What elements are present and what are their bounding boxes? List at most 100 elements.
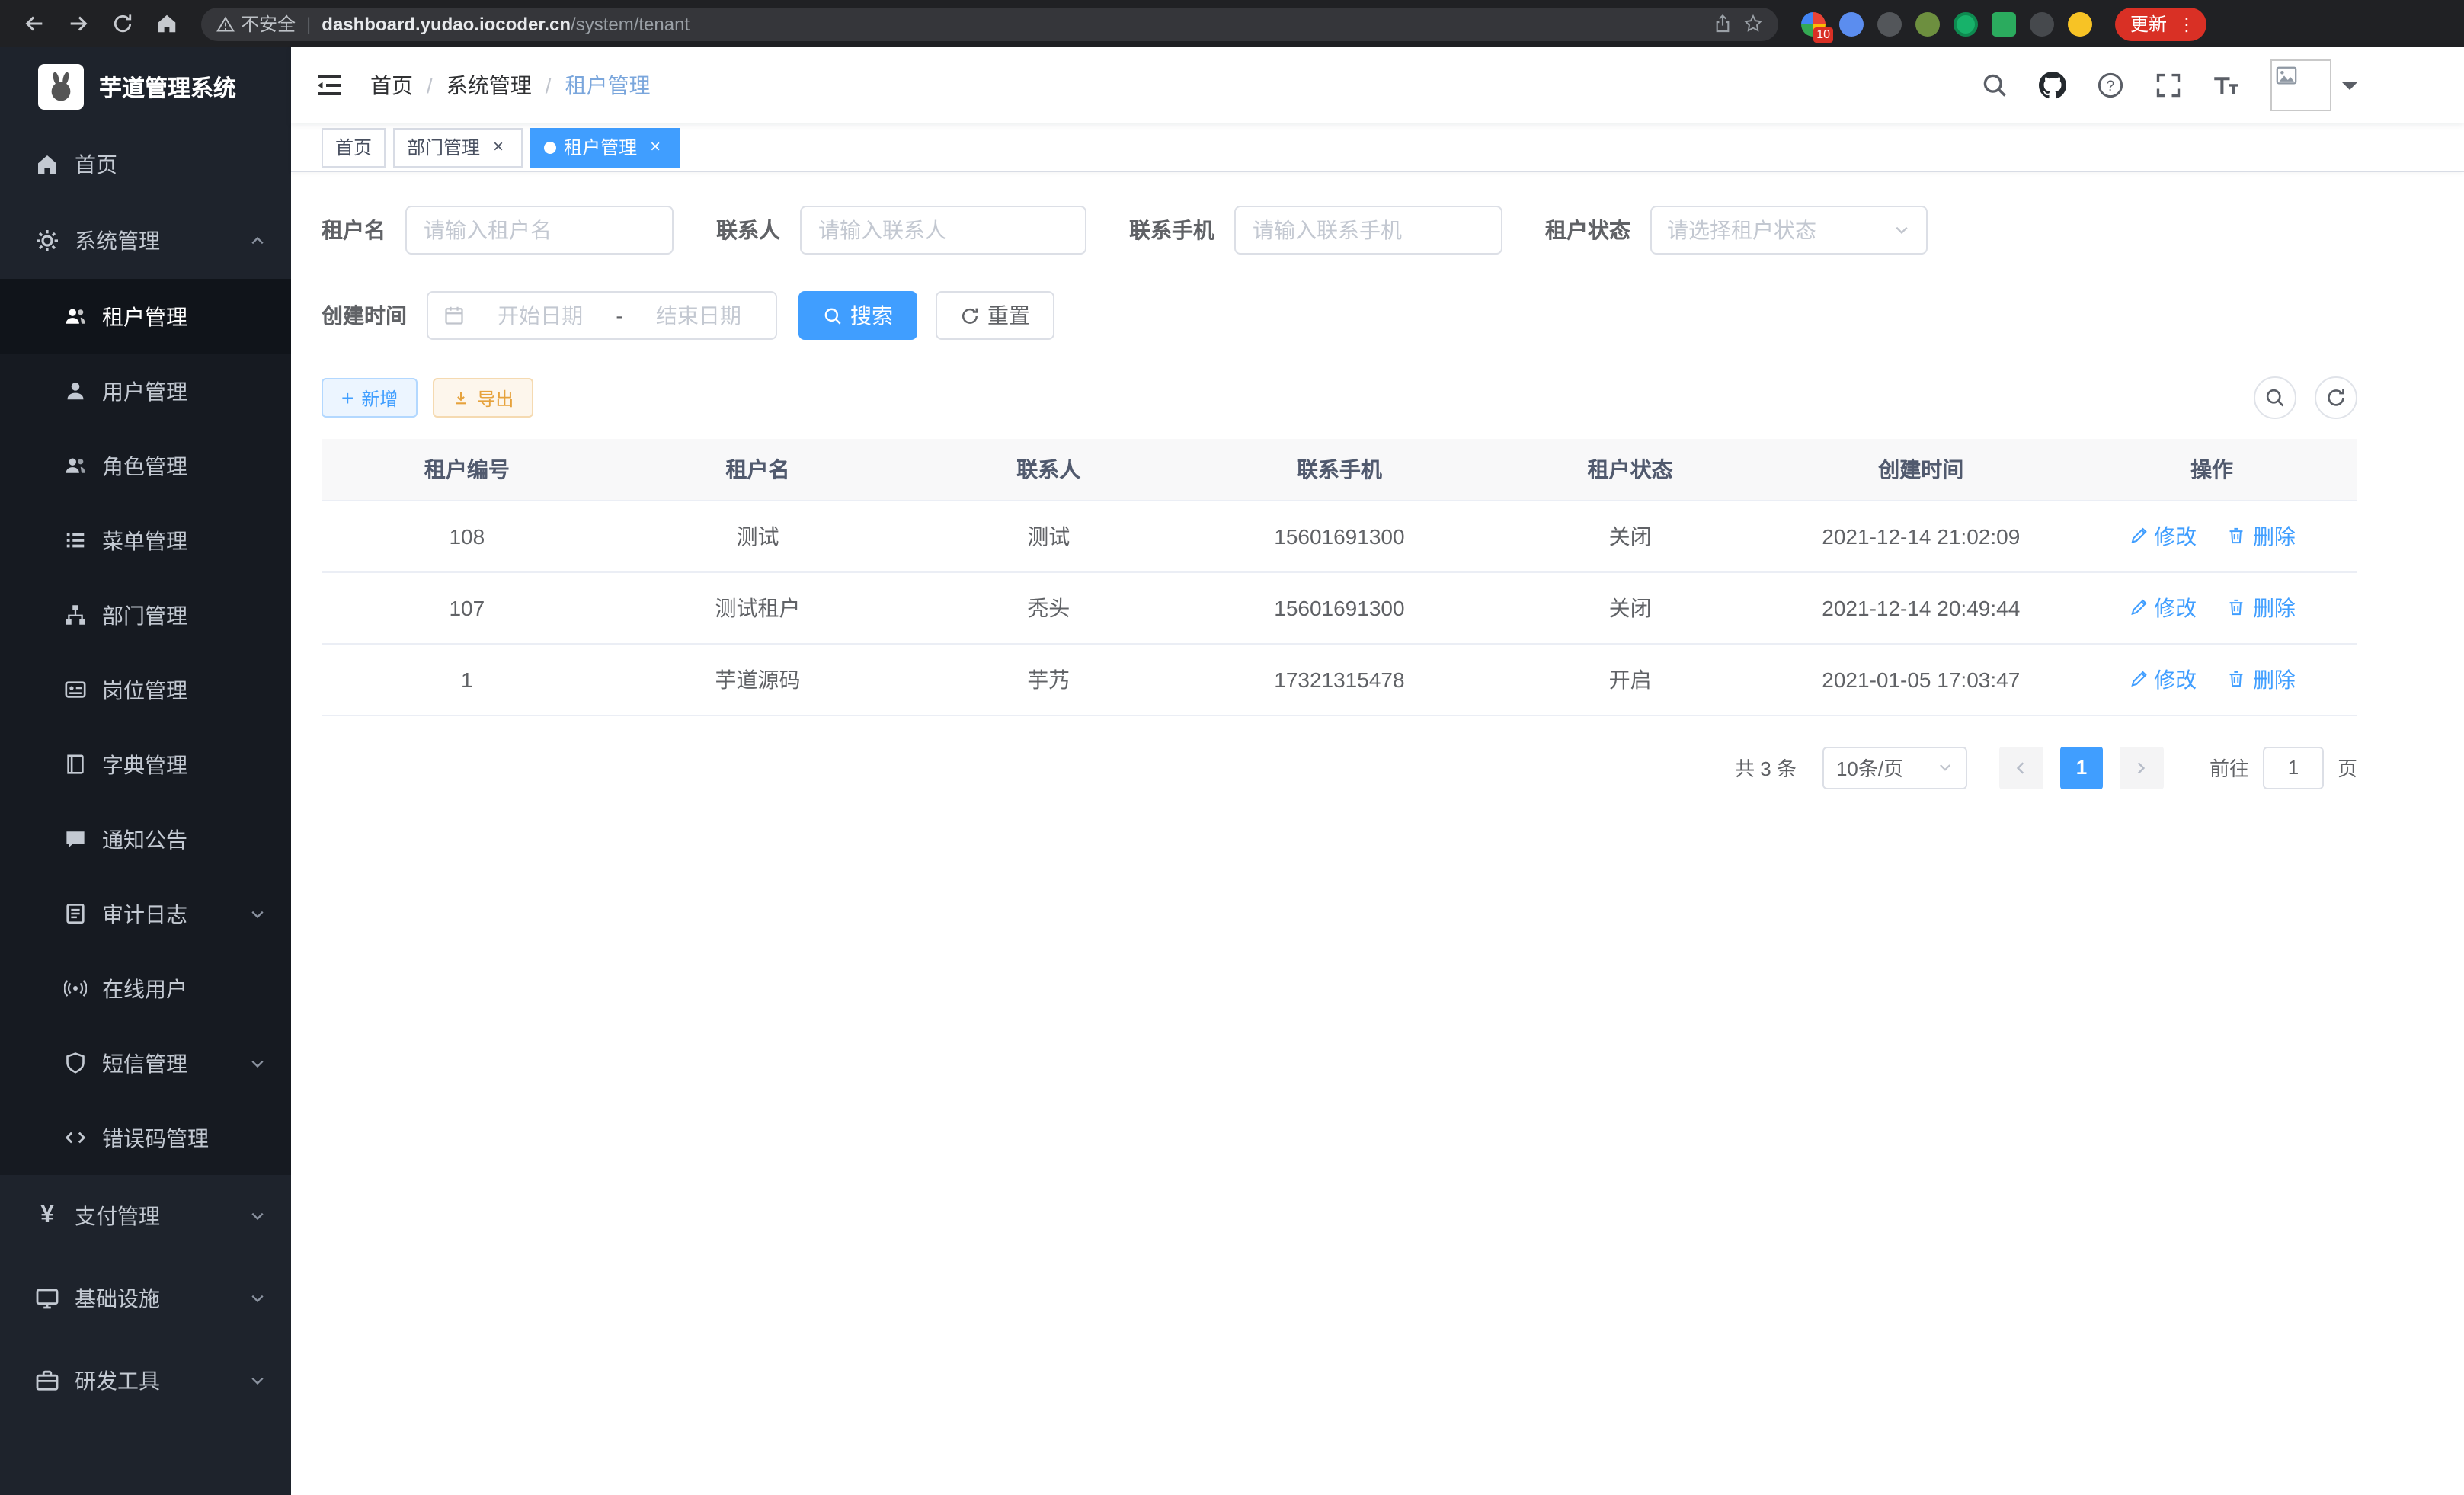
sidebar-item-role[interactable]: 角色管理 [0, 428, 291, 503]
delete-link[interactable]: 删除 [2227, 520, 2296, 551]
status-select[interactable]: 请选择租户状态 [1650, 206, 1928, 255]
cell-created: 2021-12-14 20:49:44 [1775, 571, 2066, 643]
next-page-button[interactable] [2120, 746, 2164, 789]
sidebar-item-online-users[interactable]: 在线用户 [0, 951, 291, 1026]
tab-dept[interactable]: 部门管理 × [393, 127, 523, 167]
cell-created: 2021-01-05 17:03:47 [1775, 643, 2066, 715]
sidebar-item-dept[interactable]: 部门管理 [0, 578, 291, 652]
add-button[interactable]: + 新增 [322, 378, 418, 418]
app-title: 芋道管理系统 [99, 71, 236, 103]
refresh-table-button[interactable] [2315, 376, 2357, 419]
search-button[interactable]: 搜索 [798, 291, 917, 340]
edit-link[interactable]: 修改 [2128, 520, 2197, 551]
shield-icon [64, 1052, 87, 1074]
col-status: 租户状态 [1485, 439, 1776, 500]
page-number-current[interactable]: 1 [2060, 746, 2103, 789]
cell-contact: 芋艿 [903, 643, 1194, 715]
address-bar[interactable]: 不安全 | dashboard.yudao.iocoder.cn/system/… [201, 7, 1778, 40]
edit-link[interactable]: 修改 [2128, 664, 2197, 694]
table-row: 1 芋道源码 芋艿 17321315478 开启 2021-01-05 17:0… [322, 643, 2357, 715]
sidebar-item-dict[interactable]: 字典管理 [0, 727, 291, 802]
goto-page-input[interactable] [2263, 746, 2324, 789]
breadcrumb-home[interactable]: 首页 [370, 70, 413, 101]
sidebar-item-post[interactable]: 岗位管理 [0, 652, 291, 727]
export-button[interactable]: 导出 [433, 378, 533, 418]
extension-icon-4[interactable] [1915, 11, 1940, 36]
contact-input[interactable] [800, 206, 1086, 255]
edit-link[interactable]: 修改 [2128, 592, 2197, 623]
reset-button-label: 重置 [987, 300, 1030, 331]
help-icon[interactable] [2097, 72, 2124, 99]
reset-button[interactable]: 重置 [936, 291, 1054, 340]
prev-page-button[interactable] [1999, 746, 2043, 789]
reload-icon[interactable] [104, 5, 140, 42]
extensions-area: 10 [1801, 11, 2092, 36]
sidebar-collapse-icon[interactable] [314, 70, 344, 101]
chevron-down-icon [248, 1207, 267, 1225]
monitor-icon [35, 1286, 59, 1311]
security-badge[interactable]: 不安全 [216, 11, 296, 37]
sidebar-item-tenant[interactable]: 租户管理 [0, 279, 291, 354]
app-logo[interactable]: 芋道管理系统 [0, 47, 291, 126]
sidebar-item-label: 审计日志 [102, 898, 187, 929]
close-icon[interactable]: × [645, 136, 666, 158]
profile-avatar[interactable] [2068, 11, 2092, 36]
sidebar-item-sms[interactable]: 短信管理 [0, 1026, 291, 1100]
breadcrumb-system[interactable]: 系统管理 [446, 70, 532, 101]
home-icon[interactable] [148, 5, 184, 42]
sidebar-item-infrastructure[interactable]: 基础设施 [0, 1257, 291, 1340]
sidebar-item-error-code[interactable]: 错误码管理 [0, 1100, 291, 1175]
tenant-table: 租户编号 租户名 联系人 联系手机 租户状态 创建时间 操作 108 测试 [322, 439, 2357, 715]
cell-mobile: 15601691300 [1194, 500, 1485, 571]
tab-home[interactable]: 首页 [322, 127, 386, 167]
browser-update-button[interactable]: 更新 ⋮ [2115, 7, 2206, 40]
share-icon[interactable] [1713, 14, 1733, 34]
github-icon[interactable] [2039, 72, 2066, 99]
add-button-label: 新增 [361, 385, 398, 411]
user-avatar-menu[interactable] [2270, 59, 2357, 111]
extension-icon-3[interactable] [1877, 11, 1902, 36]
fullscreen-icon[interactable] [2155, 72, 2182, 99]
create-time-range-picker[interactable]: 开始日期 - 结束日期 [427, 291, 777, 340]
export-button-label: 导出 [477, 385, 514, 411]
sidebar-item-menu[interactable]: 菜单管理 [0, 503, 291, 578]
forward-icon[interactable] [59, 5, 96, 42]
delete-link[interactable]: 删除 [2227, 664, 2296, 694]
table-row: 107 测试租户 秃头 15601691300 关闭 2021-12-14 20… [322, 571, 2357, 643]
sidebar-item-dev-tools[interactable]: 研发工具 [0, 1340, 291, 1422]
font-size-icon[interactable] [2213, 72, 2240, 99]
sidebar-item-user[interactable]: 用户管理 [0, 354, 291, 428]
extension-icon-7[interactable] [2030, 11, 2054, 36]
close-icon[interactable]: × [488, 136, 509, 158]
navbar: 首页 / 系统管理 / 租户管理 [291, 47, 2464, 123]
table-toolbar: + 新增 导出 [322, 376, 2357, 419]
show-search-toggle-button[interactable] [2254, 376, 2296, 419]
extension-icon-1[interactable]: 10 [1801, 11, 1826, 36]
menu-dots-icon[interactable]: ⋮ [2173, 13, 2200, 34]
sidebar-item-label: 角色管理 [102, 450, 187, 481]
toolbox-icon [35, 1369, 59, 1393]
tree-icon [64, 603, 87, 626]
bookmark-star-icon[interactable] [1743, 14, 1763, 34]
sidebar-item-payment[interactable]: ¥ 支付管理 [0, 1175, 291, 1257]
security-label: 不安全 [241, 11, 296, 37]
sidebar-item-system[interactable]: 系统管理 [0, 203, 291, 279]
back-icon[interactable] [15, 5, 52, 42]
sidebar-item-label: 支付管理 [75, 1201, 160, 1231]
home-icon [35, 152, 59, 177]
mobile-input[interactable] [1234, 206, 1502, 255]
search-icon[interactable] [1981, 72, 2008, 99]
cell-status: 关闭 [1485, 500, 1776, 571]
plus-icon: + [341, 389, 354, 407]
sidebar-item-audit-log[interactable]: 审计日志 [0, 876, 291, 951]
delete-link[interactable]: 删除 [2227, 592, 2296, 623]
sidebar-item-notice[interactable]: 通知公告 [0, 802, 291, 876]
sidebar-item-home[interactable]: 首页 [0, 126, 291, 203]
tenant-name-input[interactable] [405, 206, 674, 255]
chat-icon [64, 828, 87, 850]
extension-icon-2[interactable] [1839, 11, 1864, 36]
extension-icon-5[interactable] [1954, 11, 1978, 36]
page-size-select[interactable]: 10条/页 [1822, 746, 1967, 789]
extension-icon-6[interactable] [1992, 11, 2016, 36]
tab-tenant[interactable]: 租户管理 × [530, 127, 680, 167]
